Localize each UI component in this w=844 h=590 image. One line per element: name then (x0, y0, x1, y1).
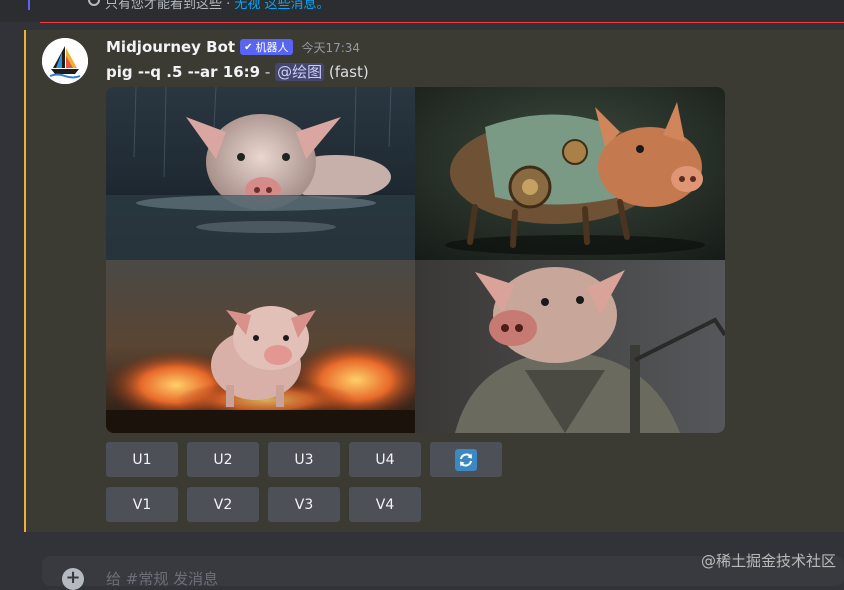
upscale-button-4[interactable]: U4 (349, 442, 421, 477)
speed-label: (fast) (324, 63, 369, 81)
sailboat-logo-icon (42, 38, 88, 84)
add-attachment-icon[interactable]: + (62, 568, 84, 590)
watermark: @稀土掘金技术社区 (700, 552, 836, 570)
grid-image-4[interactable] (415, 260, 725, 433)
bot-badge-label: 机器人 (255, 41, 289, 54)
pig-in-fire-image (106, 260, 415, 433)
grid-image-1[interactable] (106, 87, 415, 260)
mention-highlight-bar (24, 30, 26, 532)
bot-badge: ✔ 机器人 (240, 39, 294, 55)
upscale-button-1[interactable]: U1 (106, 442, 178, 477)
pig-in-water-image (106, 87, 415, 260)
variation-button-3[interactable]: V3 (268, 487, 340, 522)
previous-message-bar (28, 0, 30, 10)
verified-check-icon: ✔ (244, 41, 253, 53)
user-mention[interactable]: @绘图 (275, 63, 325, 81)
prompt-command: pig --q .5 --ar 16:9 (106, 63, 261, 81)
variation-button-1[interactable]: V1 (106, 487, 178, 522)
prompt-separator: - (260, 63, 276, 81)
message-timestamp: 今天17:34 (301, 40, 361, 55)
upscale-button-3[interactable]: U3 (268, 442, 340, 477)
author-name[interactable]: Midjourney Bot (106, 38, 235, 56)
reroll-button[interactable] (430, 442, 502, 477)
grid-image-3[interactable] (106, 260, 415, 433)
new-messages-divider (40, 22, 844, 23)
refresh-icon (455, 448, 477, 471)
ephemeral-notice-text: 只有您才能看到这些 · (105, 0, 235, 12)
steampunk-pig-image (415, 87, 725, 260)
dismiss-messages-link[interactable]: 无视 这些消息。 (234, 0, 329, 12)
variation-button-4[interactable]: V4 (349, 487, 421, 522)
pig-warrior-image (415, 260, 725, 433)
upscale-button-2[interactable]: U2 (187, 442, 259, 477)
variation-button-2[interactable]: V2 (187, 487, 259, 522)
message-header: Midjourney Bot ✔ 机器人 今天17:34 (106, 37, 360, 57)
message-content: pig --q .5 --ar 16:9 - @绘图 (fast) (106, 61, 369, 82)
image-grid[interactable] (106, 87, 725, 433)
bot-avatar[interactable] (42, 38, 88, 84)
grid-image-2[interactable] (415, 87, 725, 260)
composer-placeholder: 给 #常规 发消息 (106, 570, 219, 588)
ephemeral-notice: 只有您才能看到这些 · 无视 这些消息。 (105, 0, 330, 12)
